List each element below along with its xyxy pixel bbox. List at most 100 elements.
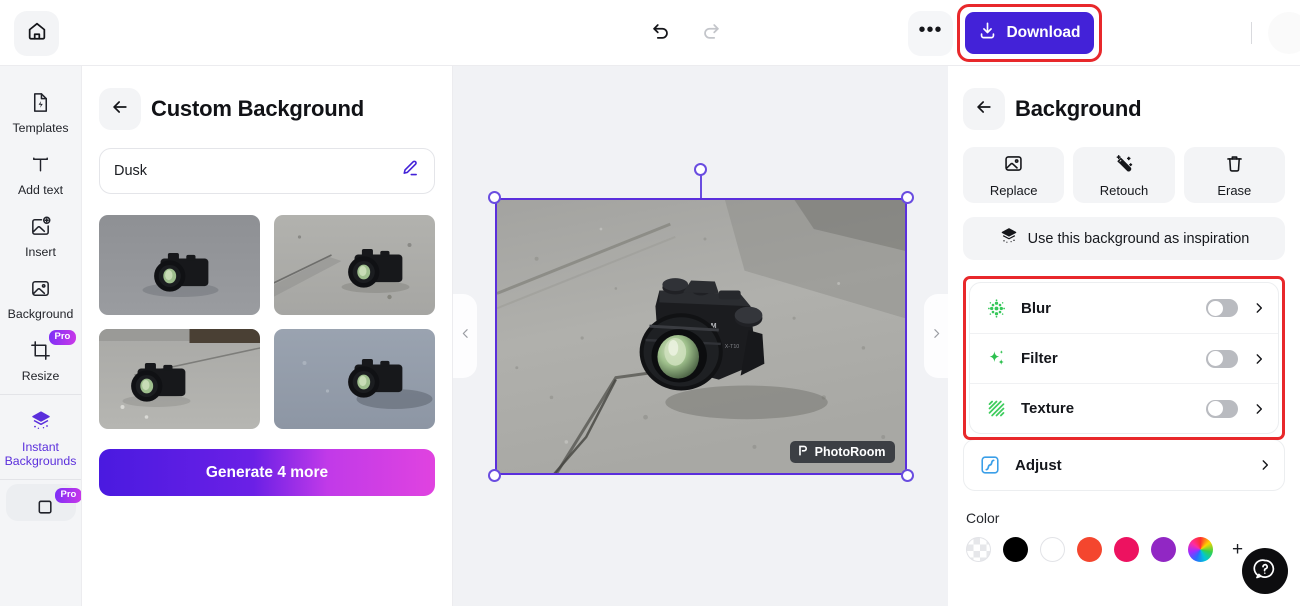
background-action-row: Replace Retouch Erase [963,147,1285,203]
sidebar-item-partial[interactable]: Pro [5,484,81,521]
swatch-rainbow-picker[interactable] [1188,537,1213,562]
swatch-pink[interactable] [1114,537,1139,562]
generate-more-button[interactable]: Generate 4 more [99,449,435,496]
erase-button[interactable]: Erase [1183,147,1285,203]
help-button[interactable] [1242,548,1288,594]
chevron-left-icon [459,327,472,345]
swatch-white[interactable] [1040,537,1065,562]
insert-image-icon [28,213,54,239]
download-button[interactable]: Download [965,12,1094,54]
chevron-right-icon[interactable] [1258,458,1272,472]
sidebar-item-label: Add text [17,183,64,197]
effect-row-adjust[interactable]: Adjust [964,440,1284,490]
retouch-wand-icon [1113,153,1134,179]
panel-back-button[interactable] [99,88,141,130]
arrow-left-icon [110,97,130,122]
sidebar-item-instant-backgrounds[interactable]: Instant Backgrounds [0,399,81,475]
chevron-right-icon [930,327,943,345]
sidebar-item-label: Background [7,307,74,321]
canvas-next-button[interactable] [924,294,948,378]
canvas-image[interactable]: FUJIFILM X-T10 [494,197,907,475]
swatch-transparent[interactable] [966,537,991,562]
sidebar-item-label: Resize [21,369,60,383]
resize-handle-bottom-left[interactable] [487,468,501,482]
background-properties-panel: Background Replace Retouch Erase Use thi… [948,66,1300,606]
effect-row-filter[interactable]: Filter [970,333,1278,383]
selected-image-frame[interactable]: FUJIFILM X-T10 [487,162,914,482]
sidebar-item-background[interactable]: Background [0,266,81,328]
trash-icon [1224,153,1245,179]
watermark-label: PhotoRoom [814,444,886,459]
photoroom-editor: ••• Download Templates Add text Insert B… [0,0,1300,606]
prompt-input[interactable]: Dusk [99,148,435,194]
prompt-value: Dusk [114,163,148,179]
resize-handle-top-left[interactable] [487,190,501,204]
undo-icon [650,20,672,47]
arrow-left-icon [974,97,994,122]
top-toolbar: ••• Download [0,0,1300,66]
variation-grid [99,215,435,429]
chevron-right-icon[interactable] [1252,402,1266,416]
home-icon [26,20,48,47]
swatch-black[interactable] [1003,537,1028,562]
history-controls [645,17,727,49]
filter-toggle[interactable] [1206,349,1238,368]
layers-sparkle-icon [28,408,54,434]
replace-button[interactable]: Replace [963,147,1065,203]
variation-thumbnail[interactable] [99,329,260,429]
rail-divider [0,394,81,395]
variation-thumbnail[interactable] [99,215,260,315]
blur-dots-icon [984,296,1008,320]
retouch-button[interactable]: Retouch [1073,147,1175,203]
download-label: Download [1006,24,1081,41]
undo-button[interactable] [645,17,677,49]
right-panel-back-button[interactable] [963,88,1005,130]
pro-badge: Pro [48,330,77,345]
help-question-icon [1253,557,1277,586]
canvas-prev-button[interactable] [453,294,477,378]
redo-button[interactable] [695,17,727,49]
editor-canvas[interactable]: FUJIFILM X-T10 [453,66,948,606]
effects-card: Blur Filter Texture [969,282,1279,434]
effect-row-blur[interactable]: Blur [970,283,1278,333]
templates-icon [28,89,54,115]
download-highlight-box: Download [957,4,1102,62]
right-panel-title: Background [1015,96,1142,121]
sidebar-item-shadow[interactable]: Pro [6,486,81,521]
resize-handle-bottom-right[interactable] [900,468,914,482]
photoroom-logo-icon [797,444,810,460]
sidebar-item-resize[interactable]: Pro Resize [0,328,81,390]
right-panel-header: Background [963,88,1285,130]
adjust-card: Adjust [963,439,1285,491]
sidebar-item-templates[interactable]: Templates [0,80,81,142]
resize-handle-top-right[interactable] [900,190,914,204]
swatch-red-orange[interactable] [1077,537,1102,562]
adjust-label: Adjust [1015,456,1062,474]
page-title: Custom Background [151,96,364,121]
curve-adjust-icon [978,453,1002,477]
panel-header: Custom Background [99,88,435,130]
swatch-purple[interactable] [1151,537,1176,562]
variation-thumbnail[interactable] [274,329,435,429]
color-section-label: Color [966,510,1000,526]
variation-thumbnail[interactable] [274,215,435,315]
effect-label: Texture [1021,400,1075,417]
effect-row-texture[interactable]: Texture [970,383,1278,433]
more-dots-icon: ••• [918,18,943,41]
text-icon [28,151,54,177]
sidebar-item-add-text[interactable]: Add text [0,142,81,204]
account-avatar-placeholder[interactable] [1268,12,1300,54]
rotate-handle[interactable] [693,162,707,176]
erase-label: Erase [1217,182,1252,198]
sidebar-item-insert[interactable]: Insert [0,204,81,266]
toolbar-divider [1251,22,1252,44]
pencil-edit-icon[interactable] [399,158,420,184]
home-button[interactable] [14,11,59,56]
blur-toggle[interactable] [1206,299,1238,317]
chevron-right-icon[interactable] [1252,352,1266,366]
chevron-right-icon[interactable] [1252,301,1266,315]
texture-toggle[interactable] [1206,399,1238,418]
use-as-inspiration-button[interactable]: Use this background as inspiration [963,217,1285,260]
effect-label: Blur [1021,299,1051,317]
more-options-button[interactable]: ••• [908,11,953,56]
